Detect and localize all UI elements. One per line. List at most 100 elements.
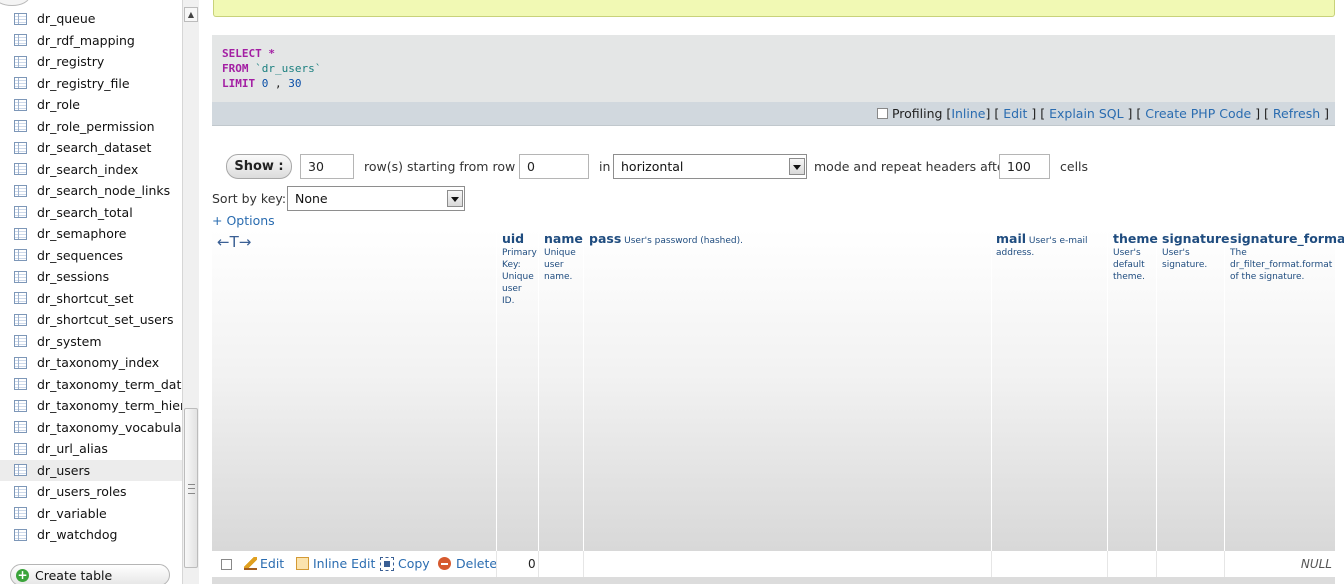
sidebar-table-item[interactable]: dr_taxonomy_index [0,352,182,374]
column-separator [583,229,584,584]
sidebar-table-item[interactable]: dr_taxonomy_term_hiera [0,395,182,417]
sidebar-table-item[interactable]: dr_watchdog [0,524,182,546]
rows-count-input[interactable]: 30 [300,154,354,179]
table-icon[interactable] [14,378,27,391]
cells-label: cells [1060,159,1089,174]
create-php-code-link[interactable]: Create PHP Code [1145,106,1251,121]
table-icon[interactable] [14,356,27,369]
display-mode-select[interactable]: horizontal [613,154,807,179]
sidebar-table-item[interactable]: dr_rdf_mapping [0,30,182,52]
column-separator [538,229,539,584]
table-icon[interactable] [14,292,27,305]
profiling-label: Profiling [891,106,943,121]
delete-label: Delete [456,556,498,571]
sidebar-table-item[interactable]: dr_sessions [0,266,182,288]
row-delete-link[interactable]: Delete [438,556,497,571]
sidebar-table-label: dr_taxonomy_term_data [37,376,182,392]
table-icon[interactable] [14,141,27,154]
sidebar-table-item[interactable]: dr_search_dataset [0,137,182,159]
sidebar-table-item[interactable]: dr_search_total [0,202,182,224]
edit-query-link[interactable]: Edit [1003,106,1027,121]
table-icon[interactable] [14,442,27,455]
scroll-up-arrow-icon[interactable]: ▲ [184,7,198,22]
sidebar-table-item[interactable]: dr_search_index [0,159,182,181]
row-checkbox[interactable] [221,559,232,570]
table-icon[interactable] [14,507,27,520]
sidebar-table-item[interactable]: dr_registry_file [0,73,182,95]
table-icon[interactable] [14,77,27,90]
table-icon[interactable] [14,335,27,348]
column-comment: User's default theme. [1113,248,1145,282]
column-header-uid[interactable]: uid Primary Key: Unique user ID. [502,232,537,307]
sidebar-table-item[interactable]: dr_taxonomy_term_data [0,374,182,396]
table-icon[interactable] [14,227,27,240]
scrollbar-thumb[interactable] [184,408,198,568]
create-table-button[interactable]: + Create table [10,564,170,584]
table-icon[interactable] [14,313,27,326]
table-icon[interactable] [14,120,27,133]
sidebar-table-item[interactable]: dr_search_node_links [0,180,182,202]
table-icon[interactable] [14,34,27,47]
sidebar-table-item[interactable]: dr_users_roles [0,481,182,503]
sidebar-table-item[interactable]: dr_role_permission [0,116,182,138]
start-row-input[interactable]: 0 [519,154,589,179]
sidebar-table-item[interactable]: dr_shortcut_set [0,288,182,310]
sidebar-table-item[interactable]: dr_semaphore [0,223,182,245]
sidebar-table-item[interactable]: dr_role [0,94,182,116]
table-icon[interactable] [14,163,27,176]
copy-label: Copy [398,556,430,571]
column-header-pass[interactable]: pass User's password (hashed). [589,232,969,247]
column-separator [1156,551,1157,577]
sidebar-table-item[interactable]: dr_registry [0,51,182,73]
sidebar-table-label: dr_role_permission [37,118,155,134]
column-header-signature-format[interactable]: signature_format The dr_filter_format.fo… [1230,232,1344,283]
sidebar-table-label: dr_registry_file [37,75,130,91]
sidebar-table-item[interactable]: dr_url_alias [0,438,182,460]
table-icon[interactable] [14,485,27,498]
column-separator [991,551,992,577]
sidebar-table-item[interactable]: dr_system [0,331,182,353]
sidebar-table-item[interactable]: dr_taxonomy_vocabulary [0,417,182,439]
column-header-theme[interactable]: theme User's default theme. [1113,232,1158,283]
table-icon[interactable] [14,206,27,219]
row-edit-link[interactable]: Edit [244,556,284,571]
table-icon[interactable] [14,184,27,197]
sidebar-table-item[interactable]: dr_users [0,459,182,481]
sidebar-scrollbar[interactable]: ▲ [182,0,199,584]
sidebar-table-label: dr_sequences [37,247,124,263]
sql-separator: , [268,77,289,90]
mode-label: mode and repeat headers after [814,159,1010,174]
sidebar-table-item[interactable]: dr_sequences [0,245,182,267]
inline-edit-icon [296,557,309,570]
column-header-signature[interactable]: signature User's signature. [1162,232,1230,271]
table-icon[interactable] [14,98,27,111]
explain-sql-link[interactable]: Explain SQL [1049,106,1123,121]
table-icon[interactable] [14,270,27,283]
table-icon[interactable] [14,55,27,68]
column-header-mail[interactable]: mail User's e-mail address. [996,232,1104,259]
table-icon[interactable] [14,528,27,541]
sidebar-table-item[interactable]: dr_shortcut_set_users [0,309,182,331]
table-icon[interactable] [14,249,27,262]
repeat-headers-input[interactable]: 100 [999,154,1050,179]
row-inline-edit-link[interactable]: Inline Edit [296,556,375,571]
table-icon[interactable] [14,399,27,412]
cell-signature-format[interactable]: NULL [1301,557,1332,571]
inline-link[interactable]: Inline [951,106,985,121]
sort-by-key-select[interactable]: None [287,186,465,211]
row-copy-link[interactable]: Copy [380,556,430,571]
table-icon[interactable] [14,464,27,477]
column-arrows-icon[interactable]: ←T→ [217,233,251,251]
options-toggle-link[interactable]: + Options [212,213,275,228]
column-header-name[interactable]: name Unique user name. [544,232,583,283]
table-icon[interactable] [14,421,27,434]
show-button[interactable]: Show : [226,154,292,179]
profiling-checkbox[interactable] [876,108,888,119]
sidebar-table-label: dr_search_node_links [37,183,171,199]
sidebar-table-item[interactable]: dr_queue [0,8,182,30]
sidebar-table-item[interactable]: dr_variable [0,503,182,525]
table-icon[interactable] [14,12,27,25]
cell-uid[interactable]: 0 [528,557,536,571]
column-name: signature_format [1230,231,1344,246]
refresh-link[interactable]: Refresh [1273,106,1320,121]
